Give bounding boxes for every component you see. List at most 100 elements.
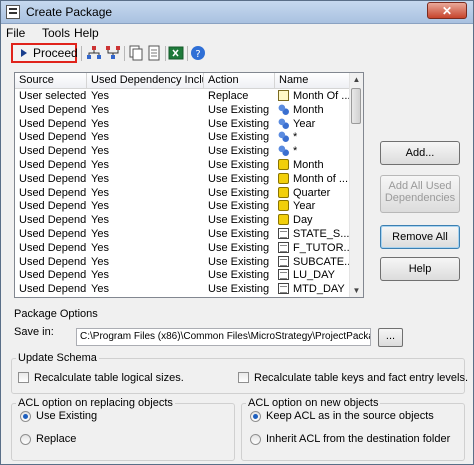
attribute-icon — [278, 145, 289, 157]
save-in-path-input[interactable]: C:\Program Files (x86)\Common Files\Micr… — [76, 328, 371, 346]
object-name: SUBCATE... — [293, 255, 351, 268]
add-button[interactable]: Add... — [380, 141, 460, 165]
cell-used-dependency: Yes — [91, 90, 109, 102]
add-all-label-line2: Dependencies — [384, 192, 456, 204]
cube-icon — [278, 214, 289, 226]
acl-replacing-replace-label[interactable]: Replace — [36, 433, 76, 445]
cell-action: Use Existing — [208, 103, 270, 116]
acl-new-inherit-radio[interactable] — [250, 434, 261, 445]
proceed-button[interactable]: Proceed — [11, 43, 78, 63]
cell-source: Used Depend... — [19, 228, 87, 240]
menu-tools[interactable]: Tools — [42, 26, 70, 40]
window-title: Create Package — [26, 5, 113, 19]
package-objects-grid[interactable]: Source Used Dependency Included Action N… — [14, 72, 364, 298]
cell-source: Used Depend... — [19, 103, 87, 116]
table-row[interactable]: User selected Yes Replace Month Of ... — [15, 89, 351, 103]
find-dependencies-icon[interactable] — [105, 45, 121, 61]
cell-action: Use Existing — [208, 117, 270, 130]
toolbar: Proceed ? — [1, 42, 473, 68]
close-button[interactable]: ✕ — [427, 2, 467, 19]
acl-new-inherit-label[interactable]: Inherit ACL from the destination folder — [266, 433, 450, 445]
cell-action: Use Existing — [208, 131, 270, 144]
remove-all-button[interactable]: Remove All — [380, 225, 460, 249]
recalc-logical-label[interactable]: Recalculate table logical sizes. — [34, 372, 184, 384]
scroll-down-icon[interactable]: ▼ — [350, 284, 363, 297]
cell-action: Use Existing — [208, 145, 270, 158]
object-name: Year — [293, 200, 316, 213]
table-row[interactable]: Used Depend... Yes Use Existing SUBCATE... — [15, 255, 351, 269]
table-row[interactable]: Used Depend... Yes Use Existing STATE_S... — [15, 227, 351, 241]
svg-text:?: ? — [195, 49, 200, 60]
column-header-action[interactable]: Action — [204, 73, 275, 88]
acl-replacing-use-existing-radio[interactable] — [20, 411, 31, 422]
table-row[interactable]: Used Depend... Yes Use Existing Day — [15, 213, 351, 227]
table-row[interactable]: Used Depend... Yes Use Existing LU_DAY — [15, 268, 351, 282]
update-schema-title: Update Schema — [16, 352, 99, 364]
acl-replacing-use-existing-label[interactable]: Use Existing — [36, 410, 97, 422]
cell-name: LU_DAY — [275, 268, 351, 282]
grid-vertical-scrollbar[interactable]: ▲ ▼ — [349, 73, 363, 297]
recalc-logical-checkbox[interactable] — [18, 372, 29, 383]
proceed-label: Proceed — [33, 46, 78, 60]
scroll-up-icon[interactable]: ▲ — [350, 73, 363, 86]
grid-header: Source Used Dependency Included Action N… — [15, 73, 351, 89]
cell-used-dependency: Yes — [91, 117, 109, 130]
cell-name: Month — [275, 103, 351, 117]
table-row[interactable]: Used Depend... Yes Use Existing Quarter — [15, 186, 351, 200]
object-name: Month Of ... — [293, 90, 351, 102]
cell-action: Use Existing — [208, 159, 270, 171]
table-row[interactable]: Used Depend... Yes Use Existing MTD_DAY — [15, 282, 351, 296]
cell-source: Used Depend... — [19, 186, 87, 199]
acl-new-keep-radio[interactable] — [250, 411, 261, 422]
object-name: Month — [293, 103, 324, 116]
cell-name: Month — [275, 158, 351, 172]
cell-used-dependency: Yes — [91, 214, 109, 227]
cell-name: F_TUTOR... — [275, 241, 351, 255]
save-in-label: Save in: — [14, 326, 54, 338]
cell-used-dependency: Yes — [91, 145, 109, 158]
table-row[interactable]: Used Depend... Yes Use Existing Year — [15, 199, 351, 213]
cell-source: Used Depend... — [19, 255, 87, 268]
play-icon — [21, 49, 27, 57]
copy-icon[interactable] — [128, 45, 144, 61]
table-row[interactable]: Used Depend... Yes Use Existing Month — [15, 103, 351, 117]
dependency-tree-icon[interactable] — [86, 45, 102, 61]
column-header-used-dependency[interactable]: Used Dependency Included — [87, 73, 204, 88]
table-row[interactable]: Used Depend... Yes Use Existing * — [15, 130, 351, 144]
table-row[interactable]: Used Depend... Yes Use Existing Month — [15, 158, 351, 172]
browse-button[interactable]: ... — [378, 328, 403, 347]
cell-used-dependency: Yes — [91, 269, 109, 282]
app-icon — [6, 5, 20, 19]
cell-source: Used Depend... — [19, 200, 87, 213]
table-row[interactable]: Used Depend... Yes Use Existing Year — [15, 117, 351, 131]
cell-action: Use Existing — [208, 228, 270, 240]
menu-help[interactable]: Help — [74, 26, 99, 40]
acl-new-keep-label[interactable]: Keep ACL as in the source objects — [266, 410, 434, 422]
cube-icon — [278, 186, 289, 198]
recalc-keys-label[interactable]: Recalculate table keys and fact entry le… — [254, 372, 468, 384]
cell-source: Used Depend... — [19, 131, 87, 144]
help-button[interactable]: Help — [380, 257, 460, 281]
table-icon — [278, 241, 289, 253]
package-options-label: Package Options — [14, 308, 98, 320]
menu-file[interactable]: File — [6, 26, 25, 40]
table-row[interactable]: Used Depend... Yes Use Existing * — [15, 144, 351, 158]
cell-source: Used Depend... — [19, 269, 87, 282]
table-icon — [278, 283, 289, 295]
recalc-keys-checkbox[interactable] — [238, 372, 249, 383]
table-row[interactable]: Used Depend... Yes Use Existing F_TUTOR... — [15, 241, 351, 255]
add-all-used-dependencies-button[interactable]: Add All Used Dependencies — [380, 175, 460, 213]
table-row[interactable]: Used Depend... Yes Use Existing Month of ..… — [15, 172, 351, 186]
help-icon[interactable]: ? — [190, 45, 206, 61]
acl-replacing-replace-radio[interactable] — [20, 434, 31, 445]
cell-used-dependency: Yes — [91, 283, 109, 296]
create-package-window: Create Package ✕ File Tools Help Proceed — [0, 0, 474, 465]
cell-used-dependency: Yes — [91, 172, 109, 185]
column-header-source[interactable]: Source — [15, 73, 87, 88]
excel-export-icon[interactable] — [168, 45, 184, 61]
column-header-name[interactable]: Name — [275, 73, 351, 88]
scroll-thumb[interactable] — [351, 88, 361, 124]
cell-action: Use Existing — [208, 241, 270, 254]
attribute-icon — [278, 103, 289, 115]
document-icon[interactable] — [146, 45, 162, 61]
